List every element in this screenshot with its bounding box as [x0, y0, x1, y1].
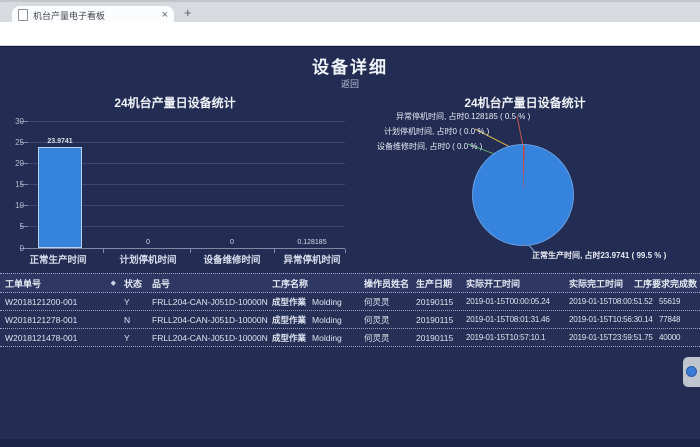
y-tick-label: 15: [2, 180, 24, 189]
pie-label-normal-production: 正常生产时间, 占时23.9741 ( 99.5 % ): [532, 250, 666, 261]
cell-status: N: [120, 315, 152, 325]
cell-prod-date: 20190115: [416, 297, 466, 307]
cell-required-qty: 55619: [659, 297, 700, 306]
cell-status: Y: [120, 297, 152, 307]
cell-order-no: W2018121278-001: [0, 315, 120, 325]
cell-end-time: 2019-01-15T23:59:51.75: [569, 333, 659, 342]
header-order-no: 工单单号 ◆: [0, 277, 120, 290]
favicon-icon: [18, 9, 28, 21]
cell-part-no: FRLL204-CAN-J051D-10000N: [152, 297, 272, 307]
table-row[interactable]: W2018121200-001 Y FRLL204-CAN-J051D-1000…: [0, 293, 700, 311]
table-header-row: 工单单号 ◆ 状态 品号 工序名称 操作员姓名 生产日期 实际开工时间 实际完工…: [0, 273, 700, 293]
cell-part-no: FRLL204-CAN-J051D-10000N: [152, 333, 272, 343]
y-tick-label: 10: [2, 201, 24, 210]
cell-start-time: 2019-01-15T10:57:10.1: [466, 333, 569, 342]
header-part-no: 品号: [152, 277, 272, 290]
cell-prod-date: 20190115: [416, 333, 466, 343]
cell-end-time: 2019-01-15T08:00:51.52: [569, 297, 659, 306]
cell-process: 成型作業Molding: [272, 314, 364, 326]
header-prod-date: 生产日期: [416, 277, 466, 290]
cell-order-no: W2018121478-001: [0, 333, 120, 343]
table-row[interactable]: W2018121278-001 N FRLL204-CAN-J051D-1000…: [0, 311, 700, 329]
cell-required-qty: 40000: [659, 333, 700, 342]
browser-tab-bar: 机台产量电子看板 × +: [0, 0, 700, 24]
y-tick-label: 5: [2, 222, 24, 231]
page-title: 设备详细: [0, 53, 700, 78]
pie-label-abnormal-downtime: 异常停机时间, 占时0.128185 ( 0.5 % ): [396, 111, 530, 122]
cell-required-qty: 77848: [659, 315, 700, 324]
cell-process: 成型作業Molding: [272, 296, 364, 308]
bar-value-label: 0: [192, 239, 272, 246]
header-operator: 操作员姓名: [364, 277, 416, 290]
dashboard-page: 设备详细 返回 24机台产量日设备统计 30 25 20 15 10 5 0 2…: [0, 46, 700, 446]
header-process: 工序名称: [272, 277, 364, 290]
cell-status: Y: [120, 333, 152, 343]
header-start-time: 实际开工时间: [466, 277, 569, 290]
cell-operator: 何灵灵: [364, 314, 416, 326]
header-required-qty: 工序要求完成数: [659, 277, 700, 290]
bar-value-label: 23.9741: [20, 138, 100, 145]
widget-icon: [686, 366, 697, 377]
pie-label-maintenance: 设备维修时间, 占时0 ( 0.0 % ): [377, 141, 482, 152]
back-link[interactable]: 返回: [0, 77, 700, 90]
y-tick-label: 20: [2, 159, 24, 168]
x-category-label: 设备维修时间: [187, 252, 277, 266]
cell-operator: 何灵灵: [364, 332, 416, 344]
bar-normal-production[interactable]: [38, 147, 82, 248]
cell-end-time: 2019-01-15T10:56:30.14: [569, 315, 659, 324]
work-order-table: 工单单号 ◆ 状态 品号 工序名称 操作员姓名 生产日期 实际开工时间 实际完工…: [0, 273, 700, 347]
cell-process: 成型作業Molding: [272, 332, 364, 344]
cell-part-no: FRLL204-CAN-J051D-10000N: [152, 315, 272, 325]
bar-value-label: 0.128185: [272, 239, 352, 246]
cell-order-no: W2018121200-001: [0, 297, 120, 307]
x-category-label: 正常生产时间: [13, 252, 103, 266]
cell-start-time: 2019-01-15T08:01:31.46: [466, 315, 569, 324]
pie-chart[interactable]: [472, 144, 574, 246]
x-category-label: 计划停机时间: [103, 252, 193, 266]
browser-toolbar: ← → ⟳ ⓘ 不安全 192.168.111.104 :8070/Cabine…: [0, 22, 700, 46]
new-tab-button[interactable]: +: [184, 5, 192, 20]
tab-title: 机台产量电子看板: [33, 9, 158, 22]
header-status: 状态: [120, 277, 152, 290]
x-category-label: 异常停机时间: [267, 252, 357, 266]
table-row[interactable]: W2018121478-001 Y FRLL204-CAN-J051D-1000…: [0, 329, 700, 347]
cell-operator: 何灵灵: [364, 296, 416, 308]
tab-close-icon[interactable]: ×: [162, 9, 168, 21]
cell-start-time: 2019-01-15T00:00:05.24: [466, 297, 569, 306]
bar-chart-title: 24机台产量日设备统计: [0, 94, 350, 111]
sort-icon[interactable]: ◆: [111, 279, 116, 287]
pie-label-planned-downtime: 计划停机时间, 占时0 ( 0.0 % ): [384, 126, 489, 137]
bar-value-label: 0: [108, 239, 188, 246]
y-tick-label: 30: [2, 117, 24, 126]
gridline: [28, 121, 345, 122]
pinned-widget-badge[interactable]: [683, 357, 700, 387]
cell-prod-date: 20190115: [416, 315, 466, 325]
x-axis: [28, 248, 345, 249]
